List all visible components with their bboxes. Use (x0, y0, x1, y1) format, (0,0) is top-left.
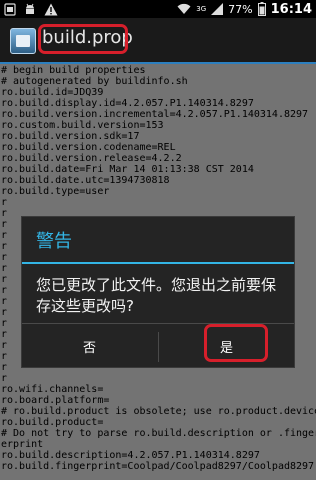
no-button-label: 否 (82, 340, 96, 356)
warning-icon (44, 3, 58, 15)
signal-icon (211, 3, 224, 15)
system-status: 3G 77% 16:14 (177, 1, 312, 17)
notification-area (4, 2, 58, 16)
clock: 16:14 (270, 1, 312, 17)
dialog-title-divider (22, 262, 294, 264)
app-icon[interactable] (10, 28, 36, 54)
dialog-message: 您已更改了此文件。您退出之前要保存这些更改吗? (36, 276, 277, 315)
action-bar: build.prop (0, 18, 316, 64)
battery-percent: 77% (228, 2, 253, 16)
dialog-title: 警告 (36, 231, 72, 252)
wifi-icon (177, 3, 191, 15)
status-bar: 3G 77% 16:14 (0, 0, 316, 18)
title-highlight-box (38, 24, 128, 54)
battery-icon (257, 2, 266, 16)
no-button[interactable]: 否 (22, 324, 157, 368)
yes-highlight-box (204, 324, 268, 362)
usb-icon (4, 2, 16, 16)
android-icon (26, 3, 34, 14)
network-type-label: 3G (196, 5, 207, 13)
